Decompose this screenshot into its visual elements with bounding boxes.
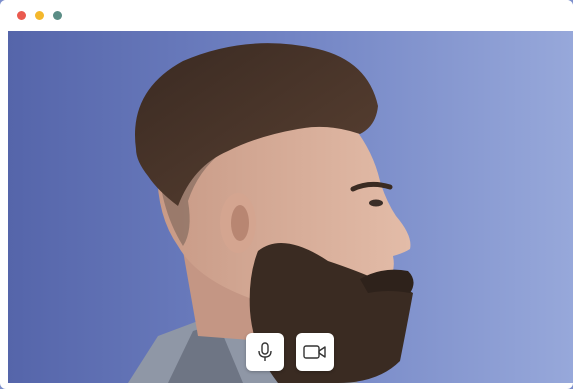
video-camera-icon [303,345,326,359]
app-window [0,0,573,389]
microphone-icon [258,342,272,361]
video-feed [8,31,573,383]
maximize-window-button[interactable] [53,11,62,20]
window-titlebar [0,0,573,31]
minimize-window-button[interactable] [35,11,44,20]
call-controls [246,333,334,373]
close-window-button[interactable] [17,11,26,20]
microphone-button[interactable] [246,333,284,371]
camera-button[interactable] [296,333,334,371]
participant-video-image [8,31,573,383]
